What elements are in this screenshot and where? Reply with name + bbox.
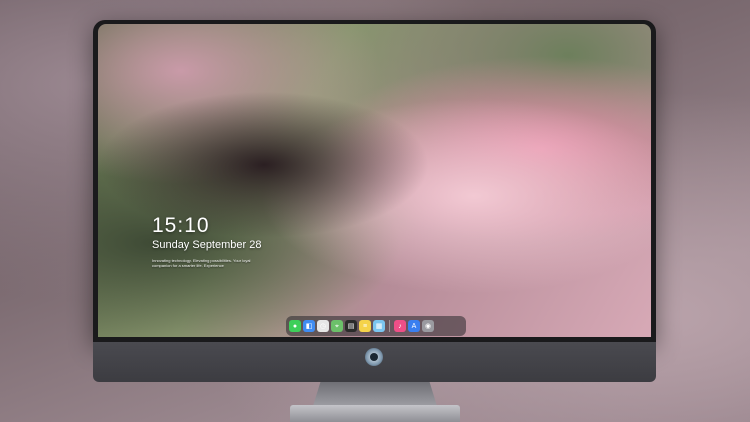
photos-icon[interactable]: ▦ <box>373 320 385 332</box>
monitor-stand-neck <box>313 382 437 406</box>
notes-icon[interactable]: ≡ <box>359 320 371 332</box>
music-icon[interactable]: ♪ <box>394 320 406 332</box>
lockscreen-time: 15:10 <box>152 214 210 237</box>
messages-icon[interactable]: ● <box>289 320 301 332</box>
brand-logo-icon <box>365 348 383 366</box>
clapper-icon[interactable]: ▤ <box>345 320 357 332</box>
screen: 15:10 Sunday September 28 Innovating tec… <box>98 24 651 337</box>
maps-icon[interactable]: ⌖ <box>331 320 343 332</box>
clock-icon[interactable]: ◷ <box>317 320 329 332</box>
monitor-stand-base <box>290 405 460 422</box>
monitor-bezel: 15:10 Sunday September 28 Innovating tec… <box>93 20 656 342</box>
camera-icon[interactable]: ◉ <box>422 320 434 332</box>
wallpaper-image <box>98 24 651 337</box>
dock: ● ◧ ◷ ⌖ ▤ ≡ ▦ ♪ A ◉ <box>286 316 466 336</box>
lockscreen-date: Sunday September 28 <box>152 239 262 251</box>
monitor: 15:10 Sunday September 28 Innovating tec… <box>93 20 656 382</box>
dock-separator <box>389 320 390 332</box>
app-store-icon[interactable]: A <box>408 320 420 332</box>
lockscreen-quote: Innovating technology. Elevating possibi… <box>152 258 251 268</box>
finder-icon[interactable]: ◧ <box>303 320 315 332</box>
